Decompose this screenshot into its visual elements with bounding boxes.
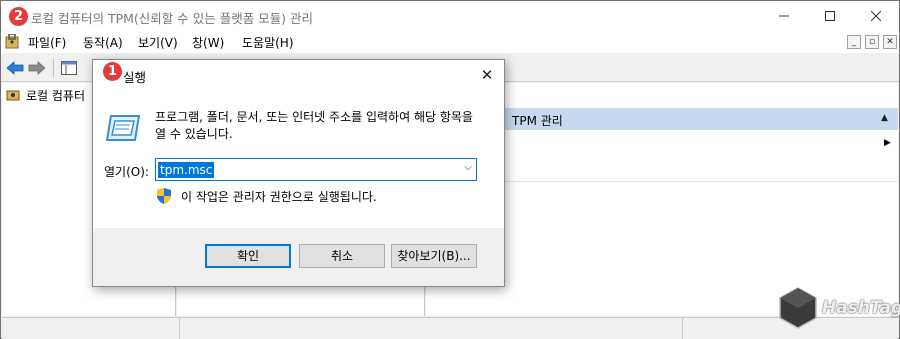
run-dialog: 실행 ✕ 프로그램, 폴더, 문서, 또는 인터넷 주소를 입력하여 해당 항목… [92,59,505,287]
run-dialog-title: 실행 [123,70,147,85]
run-dialog-title-bar[interactable]: 실행 ✕ [93,60,504,90]
computer-key-icon [6,90,20,100]
console-tree-button[interactable] [59,58,79,78]
collapse-up-icon[interactable]: ▲ [881,113,888,123]
menu-bar: 파일(F) 동작(A) 보기(V) 창(W) 도움말(H) _ ▫ ✕ [1,31,899,53]
toolbar-separator [53,59,54,77]
back-button[interactable] [5,58,25,78]
open-input-value[interactable]: tpm.msc [158,162,215,178]
run-dialog-description: 프로그램, 폴더, 문서, 또는 인터넷 주소를 입력하여 해당 항목을 열 수… [155,110,473,141]
submenu-arrow-icon[interactable]: ▶ [884,138,891,148]
close-icon [871,11,881,21]
run-dialog-footer: 확인 취소 찾아보기(B)... [93,228,504,286]
browse-button[interactable]: 찾아보기(B)... [391,244,477,268]
status-divider [179,318,180,339]
watermark: HashTag [776,286,900,330]
menu-view[interactable]: 보기(V) [138,34,178,51]
maximize-icon [825,11,835,21]
close-button[interactable] [853,1,899,31]
console-tree-icon [61,61,77,75]
watermark-text: HashTag [822,298,900,318]
menu-file[interactable]: 파일(F) [28,34,66,51]
tree-root-item[interactable]: 로컬 컴퓨터 [6,87,85,104]
child-restore-button[interactable]: ▫ [865,35,879,49]
step-badge-1: 1 [103,62,122,81]
run-dialog-close-button[interactable]: ✕ [477,65,497,85]
minimize-button[interactable] [761,1,807,31]
ok-button[interactable]: 확인 [205,244,291,268]
tree-root-label: 로컬 컴퓨터 [26,89,86,103]
child-minimize-button[interactable]: _ [847,35,861,49]
cancel-button[interactable]: 취소 [299,244,385,268]
menu-window[interactable]: 창(W) [192,34,224,51]
open-field-label: 열기(O): [104,165,149,179]
run-program-icon [105,115,141,141]
minimize-icon [779,15,789,17]
maximize-button[interactable] [807,1,853,31]
menu-action[interactable]: 동작(A) [83,34,123,51]
action-header-label: TPM 관리 [512,114,563,128]
open-combobox[interactable]: tpm.msc ⌵ [155,158,477,181]
status-divider [682,318,683,339]
step-badge-2: 2 [9,7,28,26]
window-title: 로컬 컴퓨터의 TPM(신뢰할 수 있는 플랫폼 모듈) 관리 [31,11,314,26]
admin-privilege-note: 이 작업은 관리자 권한으로 실행됩니다. [181,190,377,204]
menu-help[interactable]: 도움말(H) [242,34,294,51]
arrow-right-icon [28,61,46,75]
title-bar[interactable]: 2 로컬 컴퓨터의 TPM(신뢰할 수 있는 플랫폼 모듈) 관리 [1,1,899,31]
hashtag-logo-icon [779,287,817,329]
arrow-left-icon [6,61,24,75]
child-close-button[interactable]: ✕ [883,35,897,49]
forward-button[interactable] [27,58,47,78]
key-icon[interactable] [5,34,19,50]
uac-shield-icon [157,188,171,204]
chevron-down-icon[interactable]: ⌵ [464,162,472,173]
status-bar [2,317,898,339]
